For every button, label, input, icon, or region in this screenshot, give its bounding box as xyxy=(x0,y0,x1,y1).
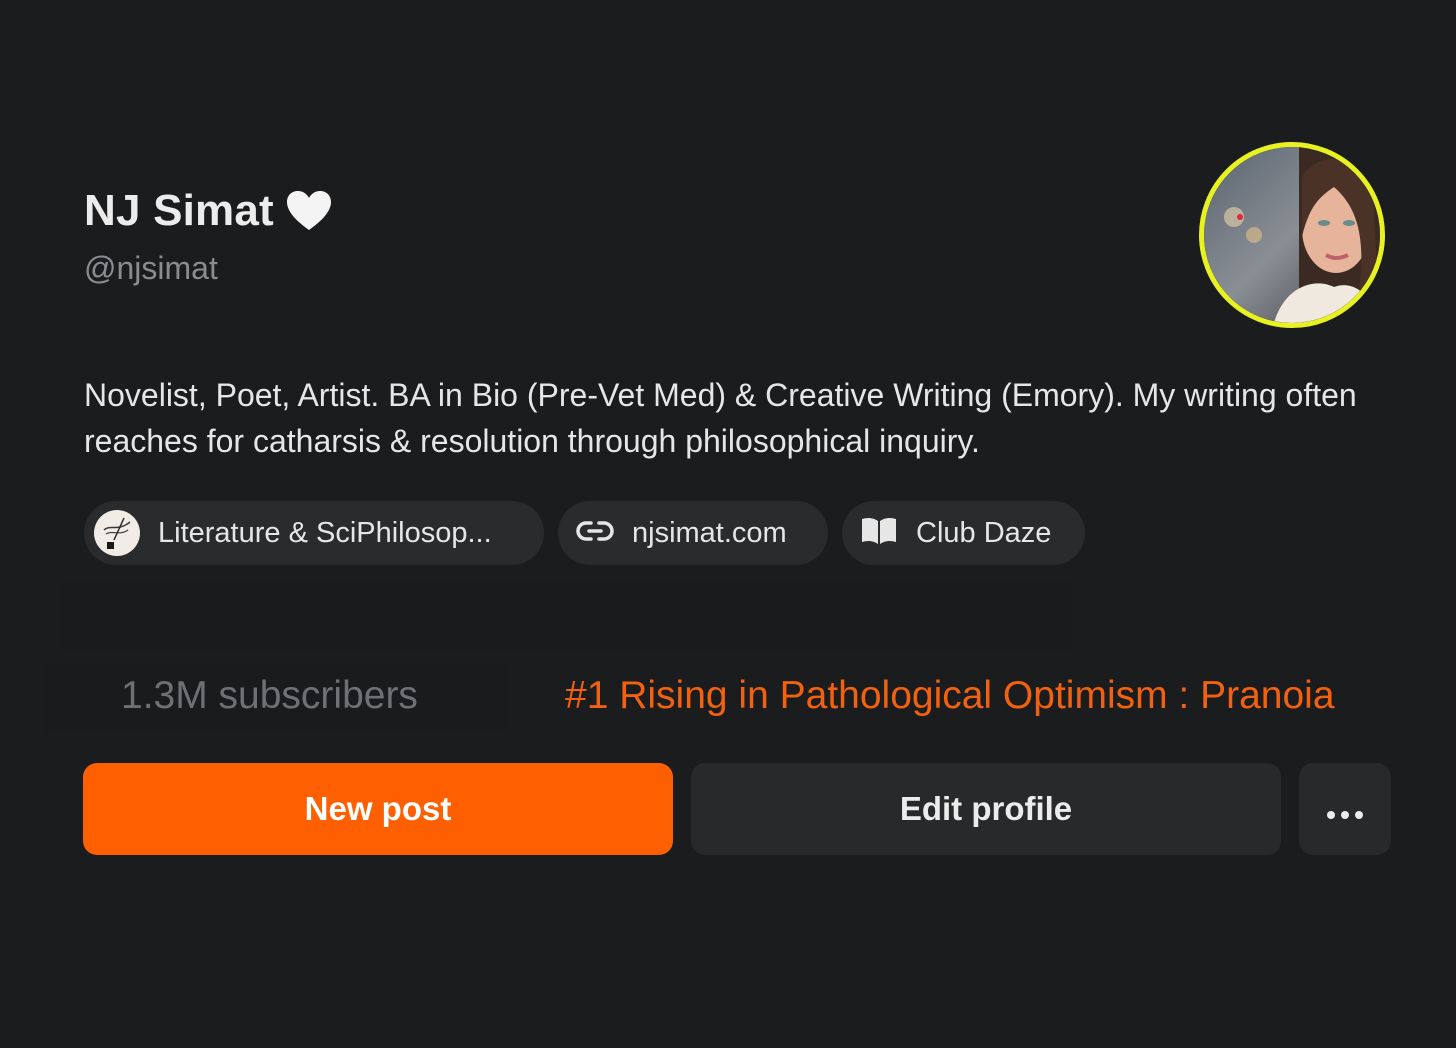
ellipsis-icon xyxy=(1325,790,1365,828)
avatar[interactable] xyxy=(1199,142,1385,328)
avatar-photo xyxy=(1204,147,1380,323)
chip-website[interactable]: njsimat.com xyxy=(558,501,828,565)
publication-logo-icon xyxy=(94,510,140,556)
user-handle: @njsimat xyxy=(84,250,218,286)
rank-badge[interactable]: #1 Rising in Pathological Optimism : Pra… xyxy=(565,674,1335,718)
more-options-button[interactable] xyxy=(1299,763,1391,855)
profile-bio: Novelist, Poet, Artist. BA in Bio (Pre-V… xyxy=(84,377,1357,459)
subscriber-count[interactable]: 1.3M subscribers xyxy=(121,674,418,718)
display-name: NJ Simat xyxy=(84,186,274,235)
chip-publication-label: Literature & SciPhilosop... xyxy=(158,516,492,549)
profile-page: NJ Simat @njsimat Novelist, Poet, Artist… xyxy=(0,0,1456,1048)
chip-club[interactable]: Club Daze xyxy=(842,501,1085,565)
profile-links: Literature & SciPhilosop... njsimat.com … xyxy=(84,501,1085,565)
open-book-icon xyxy=(860,516,898,551)
edit-profile-button[interactable]: Edit profile xyxy=(691,763,1281,855)
link-icon xyxy=(576,519,614,548)
chip-website-label: njsimat.com xyxy=(632,516,787,549)
divider-band xyxy=(60,580,1072,650)
chip-club-label: Club Daze xyxy=(916,516,1052,549)
name-row: NJ Simat xyxy=(84,184,332,238)
chip-publication[interactable]: Literature & SciPhilosop... xyxy=(84,501,544,565)
white-heart-icon xyxy=(286,190,332,232)
new-post-button[interactable]: New post xyxy=(83,763,673,855)
